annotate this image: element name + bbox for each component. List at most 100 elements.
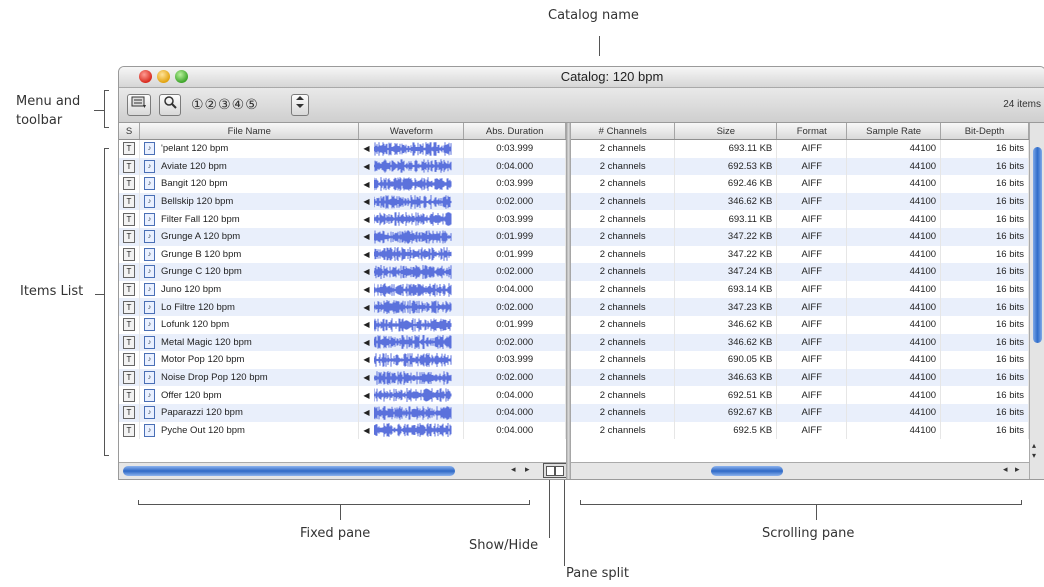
table-row[interactable]: T ♪ Metal Magic 120 bpm ◀ 0:02.000 xyxy=(119,333,566,352)
status-t-icon[interactable]: T xyxy=(123,230,135,244)
speaker-icon[interactable]: ◀ xyxy=(363,303,369,312)
vertical-scrollbar[interactable]: ▴ ▾ xyxy=(1029,123,1044,479)
table-row[interactable]: T ♪ Grunge B 120 bpm ◀ 0:01.999 xyxy=(119,245,566,264)
status-t-icon[interactable]: T xyxy=(123,247,135,261)
status-t-icon[interactable]: T xyxy=(123,300,135,314)
table-row[interactable]: T ♪ Noise Drop Pop 120 bpm ◀ 0:02.000 xyxy=(119,368,566,387)
speaker-icon[interactable]: ◀ xyxy=(363,144,369,153)
table-row[interactable]: 2 channels 347.22 KB AIFF 44100 16 bits xyxy=(571,227,1029,246)
speaker-icon[interactable]: ◀ xyxy=(363,162,369,171)
table-row[interactable]: T ♪ Grunge A 120 bpm ◀ 0:01.999 xyxy=(119,227,566,246)
status-cell: T xyxy=(119,351,140,369)
status-t-icon[interactable]: T xyxy=(123,353,135,367)
show-hide-pane-button[interactable] xyxy=(543,463,566,478)
table-row[interactable]: T ♪ Juno 120 bpm ◀ 0:04.000 xyxy=(119,280,566,299)
table-row[interactable]: T ♪ Filter Fall 120 bpm ◀ 0:03.999 xyxy=(119,210,566,228)
table-row[interactable]: T ♪ Offer 120 bpm ◀ 0:04.000 xyxy=(119,386,566,404)
table-row[interactable]: 2 channels 692.5 KB AIFF 44100 16 bits xyxy=(571,421,1029,440)
table-row[interactable]: 2 channels 346.62 KB AIFF 44100 16 bits xyxy=(571,333,1029,352)
table-row[interactable]: T ♪ Pyche Out 120 bpm ◀ 0:04.000 xyxy=(119,421,566,440)
table-row[interactable]: T ♪ Aviate 120 bpm ◀ 0:04.000 xyxy=(119,157,566,176)
speaker-icon[interactable]: ◀ xyxy=(363,320,369,329)
table-row[interactable]: 2 channels 346.62 KB AIFF 44100 16 bits xyxy=(571,315,1029,334)
speaker-icon[interactable]: ◀ xyxy=(363,197,369,206)
catalog-menu-icon[interactable] xyxy=(127,94,151,116)
speaker-icon[interactable]: ◀ xyxy=(363,355,369,364)
scroll-left-arrow-icon[interactable]: ◂ xyxy=(1003,465,1008,475)
status-t-icon[interactable]: T xyxy=(123,423,135,437)
title-bar[interactable]: Catalog: 120 bpm xyxy=(119,67,1044,88)
table-row[interactable]: T ♪ Lo Filtre 120 bpm ◀ 0:02.000 xyxy=(119,298,566,316)
table-row[interactable]: 2 channels 693.11 KB AIFF 44100 16 bits xyxy=(571,210,1029,228)
col-header-file-name[interactable]: File Name xyxy=(139,123,360,140)
scroll-right-arrow-icon[interactable]: ▸ xyxy=(1015,465,1020,475)
fixed-pane-hscrollbar[interactable]: ◂ ▸ xyxy=(119,462,566,479)
table-row[interactable]: 2 channels 692.53 KB AIFF 44100 16 bits xyxy=(571,157,1029,176)
scroll-left-arrow-icon[interactable]: ◂ xyxy=(511,465,516,475)
col-header-size[interactable]: Size xyxy=(674,123,778,140)
status-t-icon[interactable]: T xyxy=(123,335,135,349)
table-row[interactable]: T ♪ Motor Pop 120 bpm ◀ 0:03.999 xyxy=(119,351,566,369)
table-row[interactable]: 2 channels 347.24 KB AIFF 44100 16 bits xyxy=(571,263,1029,281)
fixed-pane-hscroll-thumb[interactable] xyxy=(123,466,455,476)
table-row[interactable]: T ♪ Grunge C 120 bpm ◀ 0:02.000 xyxy=(119,263,566,281)
status-t-icon[interactable]: T xyxy=(123,212,135,226)
status-t-icon[interactable]: T xyxy=(123,142,135,156)
speaker-icon[interactable]: ◀ xyxy=(363,338,369,347)
speaker-icon[interactable]: ◀ xyxy=(363,232,369,241)
col-header-waveform[interactable]: Waveform xyxy=(358,123,465,140)
file-name-cell: ♪ Bellskip 120 bpm xyxy=(139,192,360,211)
numbered-set-buttons[interactable]: ①②③④⑤ xyxy=(191,97,259,113)
table-row[interactable]: T ♪ 'pelant 120 bpm ◀ 0:03.999 xyxy=(119,139,566,158)
bit-depth-cell: 16 bits xyxy=(940,280,1029,299)
table-row[interactable]: T ♪ Paparazzi 120 bpm ◀ 0:04.000 xyxy=(119,403,566,422)
speaker-icon[interactable]: ◀ xyxy=(363,391,369,400)
speaker-icon[interactable]: ◀ xyxy=(363,426,369,435)
col-header-abs-duration[interactable]: Abs. Duration xyxy=(463,123,566,140)
status-t-icon[interactable]: T xyxy=(123,406,135,420)
col-header-format[interactable]: Format xyxy=(776,123,848,140)
col-header-channels[interactable]: # Channels xyxy=(571,123,676,140)
table-row[interactable]: T ♪ Lofunk 120 bpm ◀ 0:01.999 xyxy=(119,315,566,334)
status-t-icon[interactable]: T xyxy=(123,159,135,173)
status-t-icon[interactable]: T xyxy=(123,177,135,191)
status-t-icon[interactable]: T xyxy=(123,318,135,332)
table-row[interactable]: 2 channels 346.63 KB AIFF 44100 16 bits xyxy=(571,368,1029,387)
speaker-icon[interactable]: ◀ xyxy=(363,408,369,417)
status-t-icon[interactable]: T xyxy=(123,195,135,209)
speaker-icon[interactable]: ◀ xyxy=(363,180,369,189)
table-row[interactable]: 2 channels 692.67 KB AIFF 44100 16 bits xyxy=(571,403,1029,422)
col-header-sample-rate[interactable]: Sample Rate xyxy=(846,123,942,140)
table-row[interactable]: 2 channels 346.62 KB AIFF 44100 16 bits xyxy=(571,192,1029,211)
status-t-icon[interactable]: T xyxy=(123,371,135,385)
col-header-s[interactable]: S xyxy=(119,123,140,140)
status-t-icon[interactable]: T xyxy=(123,388,135,402)
table-row[interactable]: T ♪ Bangit 120 bpm ◀ 0:03.999 xyxy=(119,175,566,193)
table-row[interactable]: 2 channels 693.11 KB AIFF 44100 16 bits xyxy=(571,139,1029,158)
table-row[interactable]: 2 channels 692.51 KB AIFF 44100 16 bits xyxy=(571,386,1029,404)
search-icon[interactable] xyxy=(159,94,181,116)
scroll-right-arrow-icon[interactable]: ▸ xyxy=(525,465,530,475)
table-row[interactable]: 2 channels 690.05 KB AIFF 44100 16 bits xyxy=(571,351,1029,369)
speaker-icon[interactable]: ◀ xyxy=(363,285,369,294)
table-row[interactable]: 2 channels 693.14 KB AIFF 44100 16 bits xyxy=(571,280,1029,299)
status-t-icon[interactable]: T xyxy=(123,283,135,297)
speaker-icon[interactable]: ◀ xyxy=(363,215,369,224)
col-header-bit-depth[interactable]: Bit-Depth xyxy=(940,123,1029,140)
status-cell: T xyxy=(119,139,140,158)
vertical-scroll-thumb[interactable] xyxy=(1033,147,1042,343)
scrolling-pane-hscrollbar[interactable]: ◂ ▸ xyxy=(571,462,1029,479)
speaker-icon[interactable]: ◀ xyxy=(363,373,369,382)
table-row[interactable]: 2 channels 692.46 KB AIFF 44100 16 bits xyxy=(571,175,1029,193)
sort-arrows-icon[interactable] xyxy=(291,94,309,116)
speaker-icon[interactable]: ◀ xyxy=(363,250,369,259)
table-row[interactable]: T ♪ Bellskip 120 bpm ◀ 0:02.000 xyxy=(119,192,566,211)
table-row[interactable]: 2 channels 347.22 KB AIFF 44100 16 bits xyxy=(571,245,1029,264)
scrolling-pane-hscroll-thumb[interactable] xyxy=(711,466,783,476)
table-row[interactable]: 2 channels 347.23 KB AIFF 44100 16 bits xyxy=(571,298,1029,316)
speaker-icon[interactable]: ◀ xyxy=(363,267,369,276)
scroll-up-down-arrows-icon[interactable]: ▴ ▾ xyxy=(1032,441,1036,461)
status-t-icon[interactable]: T xyxy=(123,265,135,279)
waveform-graphic xyxy=(373,212,452,227)
toolbar: ①②③④⑤ 24 items xyxy=(119,88,1044,123)
